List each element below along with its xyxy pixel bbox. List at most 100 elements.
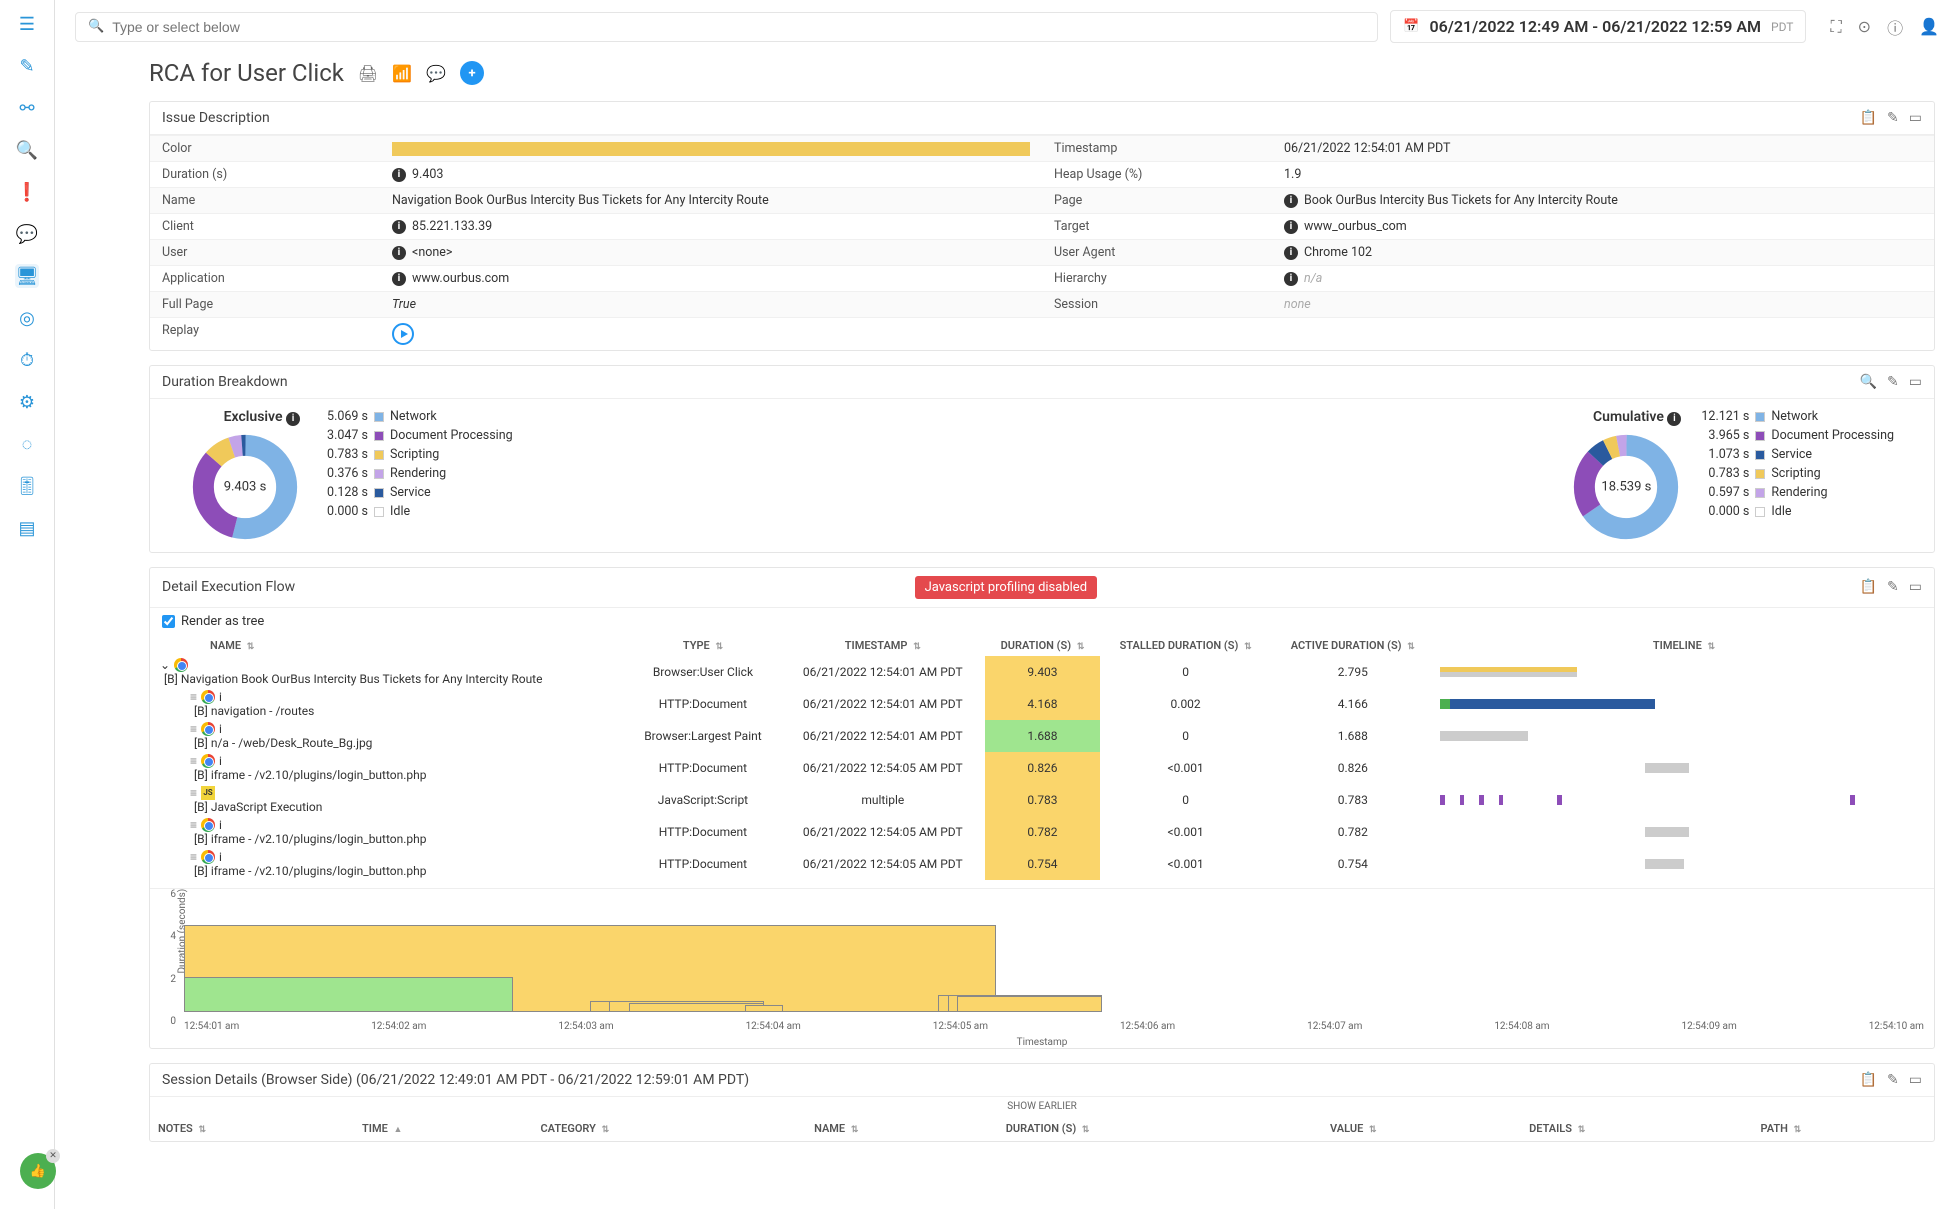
info-icon[interactable]: i bbox=[219, 850, 222, 864]
table-row[interactable]: ≡i [B] n/a - /web/Desk_Route_Bg.jpgBrows… bbox=[150, 720, 1934, 752]
column-header[interactable]: NAME ⇅ bbox=[150, 635, 626, 656]
target-icon[interactable]: ◎ bbox=[15, 306, 39, 330]
info-icon[interactable]: i bbox=[219, 754, 222, 768]
column-header[interactable]: TIMELINE ⇅ bbox=[1434, 635, 1934, 656]
drag-icon[interactable]: ≡ bbox=[190, 786, 197, 800]
info-icon[interactable]: i bbox=[219, 722, 222, 736]
chat-icon[interactable]: 💬 bbox=[15, 222, 39, 246]
copy-icon[interactable]: 📋 bbox=[1860, 1072, 1877, 1088]
info-icon[interactable]: ⓘ bbox=[1887, 15, 1903, 39]
info-icon[interactable]: i bbox=[392, 220, 406, 234]
render-tree-checkbox[interactable] bbox=[162, 615, 175, 628]
sitemap-icon[interactable]: ⚯ bbox=[15, 96, 39, 120]
user-icon[interactable]: 👤 bbox=[1919, 17, 1939, 36]
alert-icon[interactable]: ❗ bbox=[15, 180, 39, 204]
legend-swatch bbox=[1755, 488, 1765, 498]
column-header[interactable]: STALLED DURATION (S) ⇅ bbox=[1100, 635, 1272, 656]
column-header[interactable]: TIME ▲ bbox=[356, 1118, 532, 1139]
table-row[interactable]: ⌄ [B] Navigation Book OurBus Intercity B… bbox=[150, 656, 1934, 688]
zoom-icon[interactable]: 🔍 bbox=[1860, 374, 1877, 390]
column-header[interactable]: DURATION (S) ⇅ bbox=[985, 635, 1099, 656]
column-header[interactable]: NAME ⇅ bbox=[808, 1118, 998, 1139]
table-row[interactable]: ≡i [B] navigation - /routesHTTP:Document… bbox=[150, 688, 1934, 720]
show-earlier-link[interactable]: SHOW EARLIER bbox=[150, 1097, 1934, 1116]
cumulative-label: Cumulative bbox=[1593, 409, 1664, 425]
legend-row: 1.073 sService bbox=[1701, 447, 1894, 462]
info-icon[interactable]: i bbox=[392, 168, 406, 182]
edit-icon[interactable]: ✎ bbox=[1887, 1072, 1899, 1088]
wand-icon[interactable]: ✎ bbox=[15, 54, 39, 78]
column-header[interactable]: DURATION (S) ⇅ bbox=[1000, 1118, 1322, 1139]
info-icon[interactable]: i bbox=[286, 412, 300, 426]
column-header[interactable]: NOTES ⇅ bbox=[152, 1118, 354, 1139]
drag-icon[interactable]: ≡ bbox=[190, 754, 197, 768]
menu-icon[interactable]: ☰ bbox=[15, 12, 39, 36]
gantt-bar[interactable] bbox=[957, 996, 1102, 1011]
column-header[interactable]: ACTIVE DURATION (S) ⇅ bbox=[1272, 635, 1434, 656]
close-icon[interactable]: ✕ bbox=[46, 1149, 60, 1163]
table-row[interactable]: ≡i [B] iframe - /v2.10/plugins/login_but… bbox=[150, 752, 1934, 784]
edit-icon[interactable]: ✎ bbox=[1887, 579, 1899, 595]
print-icon[interactable]: 🖨 bbox=[358, 64, 378, 83]
column-header[interactable]: PATH ⇅ bbox=[1755, 1118, 1933, 1139]
info-icon[interactable]: i bbox=[219, 818, 222, 832]
expand-icon[interactable]: ▭ bbox=[1909, 374, 1922, 390]
info-icon[interactable]: i bbox=[1284, 272, 1298, 286]
info-icon[interactable]: i bbox=[1284, 220, 1298, 234]
gauge-icon[interactable]: ⏱ bbox=[15, 348, 39, 372]
dashed-circle-icon[interactable]: ◌ bbox=[15, 432, 39, 456]
table-row[interactable]: ≡i [B] iframe - /v2.10/plugins/login_but… bbox=[150, 816, 1934, 848]
search-input[interactable]: 🔍 bbox=[75, 12, 1378, 42]
info-icon[interactable]: i bbox=[392, 272, 406, 286]
column-header[interactable]: CATEGORY ⇅ bbox=[534, 1118, 806, 1139]
search-field[interactable] bbox=[112, 19, 1365, 35]
drag-icon[interactable]: ≡ bbox=[190, 690, 197, 704]
session-details-section: Session Details (Browser Side) (06/21/20… bbox=[149, 1063, 1935, 1142]
column-header[interactable]: TIMESTAMP ⇅ bbox=[780, 635, 985, 656]
kv-key: Heap Usage (%) bbox=[1042, 161, 1272, 187]
kv-value: 06/21/2022 12:54:01 AM PDT bbox=[1272, 135, 1934, 161]
column-header[interactable]: VALUE ⇅ bbox=[1324, 1118, 1521, 1139]
expand-icon[interactable]: ▭ bbox=[1909, 579, 1922, 595]
info-icon[interactable]: i bbox=[392, 246, 406, 260]
expand-icon[interactable]: ▭ bbox=[1909, 110, 1922, 126]
drag-icon[interactable]: ≡ bbox=[190, 818, 197, 832]
comment-icon[interactable]: 💬 bbox=[426, 64, 446, 83]
info-icon[interactable]: i bbox=[219, 690, 222, 704]
edit-icon[interactable]: ✎ bbox=[1887, 374, 1899, 390]
add-button[interactable]: + bbox=[460, 61, 484, 85]
gear-icon[interactable]: ⚙ bbox=[15, 390, 39, 414]
play-icon[interactable]: ⊙ bbox=[1858, 17, 1871, 36]
signal-icon[interactable]: 📶 bbox=[392, 64, 412, 83]
info-icon[interactable]: i bbox=[1284, 246, 1298, 260]
copy-icon[interactable]: 📋 bbox=[1860, 110, 1877, 126]
column-header[interactable]: DETAILS ⇅ bbox=[1523, 1118, 1752, 1139]
drag-icon[interactable]: ≡ bbox=[190, 722, 197, 736]
copy-icon[interactable]: 📋 bbox=[1860, 579, 1877, 595]
table-row[interactable]: ≡JS [B] JavaScript ExecutionJavaScript:S… bbox=[150, 784, 1934, 816]
gantt-bar[interactable] bbox=[745, 1005, 784, 1011]
drag-icon[interactable]: ≡ bbox=[190, 850, 197, 864]
info-icon[interactable]: i bbox=[1667, 412, 1681, 426]
legend-row: 0.128 sService bbox=[320, 485, 513, 500]
sliders-icon[interactable]: 🎚 bbox=[15, 474, 39, 498]
timeline-chart[interactable]: Duration (seconds) 6420 12:54:01 am12:54… bbox=[150, 888, 1934, 1048]
chrome-icon bbox=[201, 818, 215, 832]
column-header[interactable]: TYPE ⇅ bbox=[626, 635, 781, 656]
chrome-icon bbox=[201, 722, 215, 736]
book-icon[interactable]: ▤ bbox=[15, 516, 39, 540]
monitor-icon[interactable]: 🖥 bbox=[15, 264, 39, 288]
expand-icon[interactable]: ▭ bbox=[1909, 1072, 1922, 1088]
replay-button[interactable] bbox=[392, 323, 414, 345]
table-row[interactable]: ≡i [B] iframe - /v2.10/plugins/login_but… bbox=[150, 848, 1934, 880]
kv-value: Navigation Book OurBus Intercity Bus Tic… bbox=[380, 187, 1042, 213]
search-icon[interactable]: 🔍 bbox=[15, 138, 39, 162]
kv-key: Timestamp bbox=[1042, 135, 1272, 161]
fullscreen-icon[interactable]: ⛶ bbox=[1830, 17, 1841, 37]
edit-icon[interactable]: ✎ bbox=[1887, 110, 1899, 126]
expand-icon[interactable]: ⌄ bbox=[160, 658, 170, 672]
gantt-bar[interactable] bbox=[184, 977, 513, 1012]
date-range-picker[interactable]: 📅 06/21/2022 12:49 AM - 06/21/2022 12:59… bbox=[1390, 10, 1806, 43]
info-icon[interactable]: i bbox=[1284, 194, 1298, 208]
feedback-button[interactable]: 👍 ✕ bbox=[20, 1153, 56, 1189]
